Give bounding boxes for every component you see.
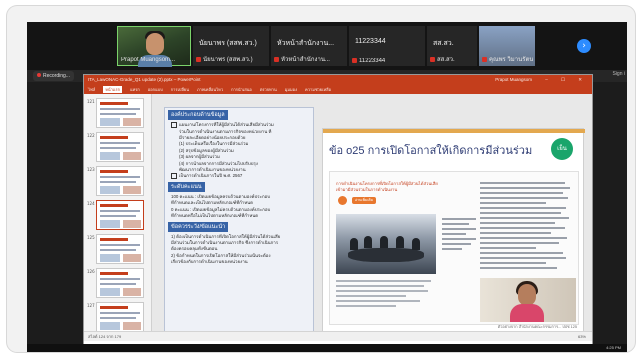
ribbon-tab[interactable]: การเปลี่ยน [171,86,189,93]
ribbon-tab[interactable]: หน้าแรก [103,86,123,93]
participant-name: Prapot Muangsom... [121,57,176,63]
slide-number: 127 [87,303,95,308]
slide-number: 122 [87,133,95,138]
window-controls[interactable]: – ☐ ✕ [545,75,588,85]
ribbon-tabs: ไฟล์ หน้าแรก แทรก ออกแบบ การเปลี่ยน ภาพเคลื่อ… [84,85,592,94]
ribbon-tab[interactable]: มุมมอง [285,86,297,93]
criteria-notes-panel: องค์ประกอบด้านข้อมูล แผนงาน/โครงการที่ให… [164,107,314,337]
participant-tile[interactable]: หัวหน้าสำนักงาน... หัวหน้าสำนักงาน... [271,26,347,66]
sign-in-link[interactable]: Sign i [612,71,625,77]
ppt-file-title: ITA_LawONAC-Grade_Q1 update (2).pptx – P… [88,77,201,82]
powerpoint-window: ITA_LawONAC-Grade_Q1 update (2).pptx – P… [83,74,593,350]
slide-number: 121 [87,99,95,104]
mic-muted-icon [274,56,279,62]
slide-title: ข้อ o25 การเปิดโอกาสให้เกิดการมีส่วนร่วม [329,145,533,157]
ppt-title-bar: ITA_LawONAC-Grade_Q1 update (2).pptx – P… [84,75,592,85]
slide-number: 124 [87,201,95,206]
participant-name: คุณพร วิมานรัตน [482,54,533,64]
meeting-table [348,248,424,262]
slide-thumbnail[interactable]: 127 [87,302,144,332]
info-icon [338,196,347,205]
document-heading: เข้ามามีส่วนร่วมในการดำเนินงาน [336,187,398,192]
status-badge: เย็น [551,138,573,160]
screen-frame: Prapot Muangsom... นัยนาพร (สสพ.สว.) นัย… [7,6,635,352]
ribbon-tab[interactable]: ไฟล์ [88,86,95,93]
record-dot-icon [37,73,41,77]
participant-tile[interactable]: 11223344 11223344 [349,26,425,66]
section-heading: ข้อควรระวัง/ข้อแนะนำ [168,221,229,232]
document-text-block [442,218,476,253]
recording-indicator[interactable]: Recording... [33,71,74,81]
slide-accent-bar [323,129,585,133]
ribbon-tab[interactable]: ออกแบบ [148,86,163,93]
section-heading: องค์ประกอบด้านข้อมูล [168,110,228,120]
ppt-user-name[interactable]: Prapot Muangsom [495,75,532,85]
ppt-status-bar: สไลด์ 124 จาก 179 63% [84,331,592,341]
ribbon-tab[interactable]: ตรวจทาน [260,86,277,93]
note-line: ที่กำหนดหรือไม่เป็นไปตามหลักเกณฑ์ที่กำหน… [171,213,259,219]
slide-thumbnail[interactable]: 121 [87,98,144,128]
participant-tile-video[interactable]: Prapot Muangsom... [117,26,191,67]
note-line: เป็นการดำเนินการในปี พ.ศ. 2567 [165,173,313,180]
speaker-photo [480,278,576,322]
ribbon-tab[interactable]: แทรก [130,86,140,93]
ppt-workspace: 121122123124125126127128 องค์ประกอบด้านข… [84,94,592,341]
slide-thumbnail[interactable]: 122 [87,132,144,162]
participant-name: นัยนาพร (สสพ.สว.) [196,54,253,64]
participant-tile[interactable]: นัยนาพร (สสพ.สว.) นัยนาพร (สสพ.สว.) [193,26,269,66]
slide-counter: สไลด์ 124 จาก 179 [88,334,122,339]
mic-muted-icon [430,56,435,62]
slide-number: 123 [87,167,95,172]
participant-tile[interactable]: สส.สว. สส.สว. [427,26,477,66]
zoom-level[interactable]: 63% [578,332,586,342]
participant-display-name: หัวหน้าสำนักงาน... [277,40,335,47]
taskbar-clock: 4:25 PM [606,345,621,350]
participant-tile-photo[interactable]: คุณพร วิมานรัตน [479,26,535,66]
read-more-button: อ่านเพิ่มเติม [352,197,376,204]
zoom-meeting-window: Prapot Muangsom... นัยนาพร (สสพ.สว.) นัย… [27,22,627,352]
meeting-photo [336,214,436,274]
participant-face [146,33,164,55]
slide-thumbnail[interactable]: 125 [87,234,144,264]
ribbon-tab[interactable]: การนำเสนอ [231,86,252,93]
participant-display-name: 11223344 [355,38,386,45]
document-caption [336,280,436,310]
mic-muted-icon [482,56,487,62]
participant-name: 11223344 [352,57,385,64]
ribbon-tab[interactable]: ภาพเคลื่อนไหว [197,86,223,93]
section-heading: ระดับคะแนน [168,181,205,192]
slide-thumbnail[interactable]: 124 [87,200,144,230]
evidence-document: การดำเนินงานโครงการที่เปิดโอกาสให้ผู้มีส… [329,171,579,325]
slide-thumbnail-pane[interactable]: 121122123124125126127128 [84,94,152,341]
note-line: เกี่ยวข้องกับการดำเนินงานของหน่วยงาน [171,259,248,265]
slide-footer: ตัวอย่างจาก สำนักงานคณะกรรมการ... ปปช 12… [497,325,577,329]
document-text-block [480,182,574,272]
participant-display-name: นัยนาพร (สสพ.สว.) [199,40,257,47]
slide-number: 125 [87,235,95,240]
mic-muted-icon [352,57,357,63]
next-page-button[interactable]: › [577,39,591,53]
slide-number: 126 [87,269,95,274]
windows-taskbar: 4:25 PM [27,344,627,352]
participant-name: สส.สว. [430,54,455,64]
mic-muted-icon [196,56,201,62]
participant-display-name: สส.สว. [433,40,454,47]
participant-name: หัวหน้าสำนักงาน... [274,54,330,64]
ribbon-tab[interactable]: ความช่วยเหลือ [305,86,331,93]
slide-thumbnail[interactable]: 123 [87,166,144,196]
slide-canvas[interactable]: ข้อ o25 การเปิดโอกาสให้เกิดการมีส่วนร่วม… [322,128,585,334]
slide-thumbnail[interactable]: 126 [87,268,144,298]
participant-strip: Prapot Muangsom... นัยนาพร (สสพ.สว.) นัย… [27,22,627,70]
